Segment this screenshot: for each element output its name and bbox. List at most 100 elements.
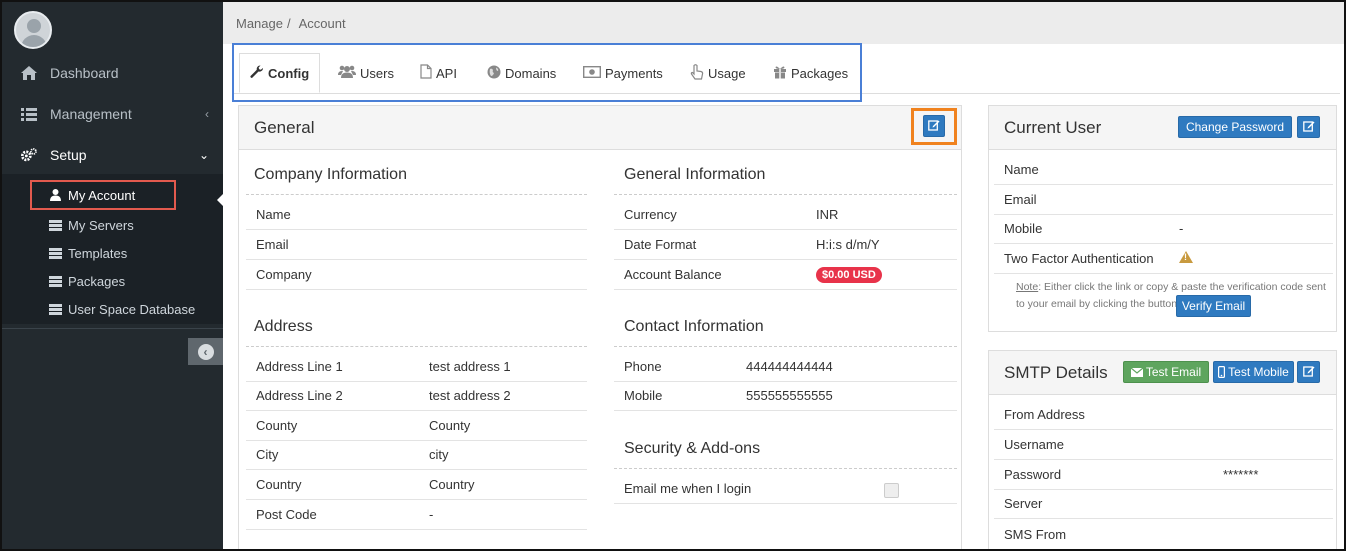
active-caret <box>217 194 223 206</box>
row-label: Mobile <box>624 388 663 403</box>
table-row: Mobile 555555555555 <box>614 381 957 411</box>
table-row: Date Format H:i:s d/m/Y <box>614 230 957 260</box>
test-mobile-button[interactable]: Test Mobile <box>1213 361 1294 383</box>
row-label: Two Factor Authentication <box>1004 251 1154 266</box>
section-divider <box>614 468 957 469</box>
submenu-user-space-database[interactable]: User Space Database <box>30 296 195 322</box>
row-label: Name <box>256 207 291 222</box>
arrow-left-circle-icon: ‹ <box>197 343 214 360</box>
table-row: Username <box>994 430 1333 460</box>
row-label: Email me when I login <box>624 481 752 496</box>
tab-api[interactable]: API <box>410 53 467 93</box>
row-label: Company <box>256 267 312 282</box>
verify-email-button[interactable]: Verify Email <box>1176 295 1251 317</box>
tab-label: Config <box>268 65 310 81</box>
nav-dashboard[interactable]: Dashboard <box>2 53 223 93</box>
cogs-icon <box>21 147 37 163</box>
nav-label: Dashboard <box>50 65 119 81</box>
nav-label: Management <box>50 106 132 122</box>
money-icon <box>582 65 602 81</box>
row-value: test address 2 <box>429 388 511 403</box>
table-row: County County <box>246 411 587 441</box>
submenu-packages[interactable]: Packages <box>30 268 125 294</box>
gift-icon <box>773 65 787 82</box>
section-divider <box>614 346 957 347</box>
row-value: - <box>1179 221 1184 236</box>
submenu-my-servers[interactable]: My Servers <box>30 212 134 238</box>
row-value: County <box>429 418 471 433</box>
section-title: General Information <box>624 166 766 183</box>
submenu-label: Packages <box>68 273 126 289</box>
breadcrumb-separator: / <box>286 15 291 31</box>
tab-payments[interactable]: Payments <box>573 53 673 93</box>
row-label: SMS From <box>1004 526 1067 542</box>
breadcrumb: Manage / Account <box>223 2 1344 44</box>
row-value: city <box>429 447 449 462</box>
submenu-label: Templates <box>68 245 128 261</box>
submenu-my-account[interactable]: My Account <box>30 180 176 210</box>
tab-packages[interactable]: Packages <box>763 53 858 93</box>
test-email-button[interactable]: Test Email <box>1123 361 1209 383</box>
edit-user-button[interactable] <box>1297 116 1320 138</box>
note-label: Note <box>1016 281 1039 293</box>
tab-config[interactable]: Config <box>239 53 321 93</box>
sidebar-collapse-button[interactable]: ‹ <box>188 338 223 365</box>
row-label: Email <box>1004 192 1037 207</box>
edit-smtp-button[interactable] <box>1297 361 1320 383</box>
table-row: City city <box>246 440 587 470</box>
list-icon <box>21 107 37 121</box>
tab-label: Usage <box>708 65 746 81</box>
row-value: ******* <box>1223 467 1259 482</box>
breadcrumb-manage[interactable]: Manage <box>236 16 283 31</box>
row-label: Mobile <box>1004 221 1043 236</box>
row-label: Address Line 1 <box>256 359 343 374</box>
submenu-label: User Space Database <box>68 301 196 317</box>
breadcrumb-account: Account <box>298 15 346 31</box>
avatar[interactable] <box>14 11 52 49</box>
email-login-checkbox[interactable] <box>884 483 899 498</box>
submenu-templates[interactable]: Templates <box>30 240 127 266</box>
table-row: Post Code - <box>246 500 587 530</box>
change-password-button[interactable]: Change Password <box>1178 116 1292 138</box>
mobile-icon <box>1218 366 1226 378</box>
row-value: - <box>429 507 434 522</box>
sidebar-divider <box>2 328 223 329</box>
table-row: Two Factor Authentication <box>994 244 1333 274</box>
table-row: Email <box>246 230 587 260</box>
row-value: H:i:s d/m/Y <box>816 237 880 252</box>
button-label: Test Mobile <box>1228 365 1289 379</box>
row-label: Account Balance <box>624 267 722 282</box>
verification-note: Note: Either click the link or copy & pa… <box>1016 279 1334 313</box>
tab-label: Domains <box>505 65 557 81</box>
tab-users[interactable]: Users <box>328 53 404 93</box>
tab-label: API <box>436 65 457 81</box>
table-row: Phone 444444444444 <box>614 352 957 382</box>
file-icon <box>420 64 432 82</box>
server-icon <box>48 303 62 315</box>
button-label: Test Email <box>1145 365 1202 379</box>
table-row: Password ******* <box>994 460 1333 490</box>
section-title: Company Information <box>254 166 407 183</box>
row-label: Name <box>1004 162 1039 177</box>
tab-usage[interactable]: Usage <box>680 53 756 93</box>
row-label: Country <box>256 477 302 492</box>
table-row: Email me when I login <box>614 474 957 504</box>
section-divider <box>246 346 587 347</box>
row-label: Email <box>256 237 289 252</box>
tab-label: Users <box>360 65 394 81</box>
table-row: Mobile - <box>994 214 1333 244</box>
tab-domains[interactable]: Domains <box>477 53 566 93</box>
chevron-down-icon: ⌄ <box>198 148 209 162</box>
nav-setup[interactable]: Setup ⌄ <box>2 135 223 175</box>
server-icon <box>48 247 62 259</box>
nav-management[interactable]: Management ‹ <box>2 94 223 134</box>
row-label: Username <box>1004 437 1064 452</box>
tab-label: Packages <box>791 65 849 81</box>
table-row: Address Line 2 test address 2 <box>246 381 587 411</box>
row-label: City <box>256 447 279 462</box>
table-row: Account Balance $0.00 USD <box>614 260 957 290</box>
row-value: test address 1 <box>429 359 511 374</box>
section-divider <box>246 194 587 195</box>
section-divider <box>614 194 957 195</box>
panel-title: SMTP Details <box>1004 362 1108 382</box>
